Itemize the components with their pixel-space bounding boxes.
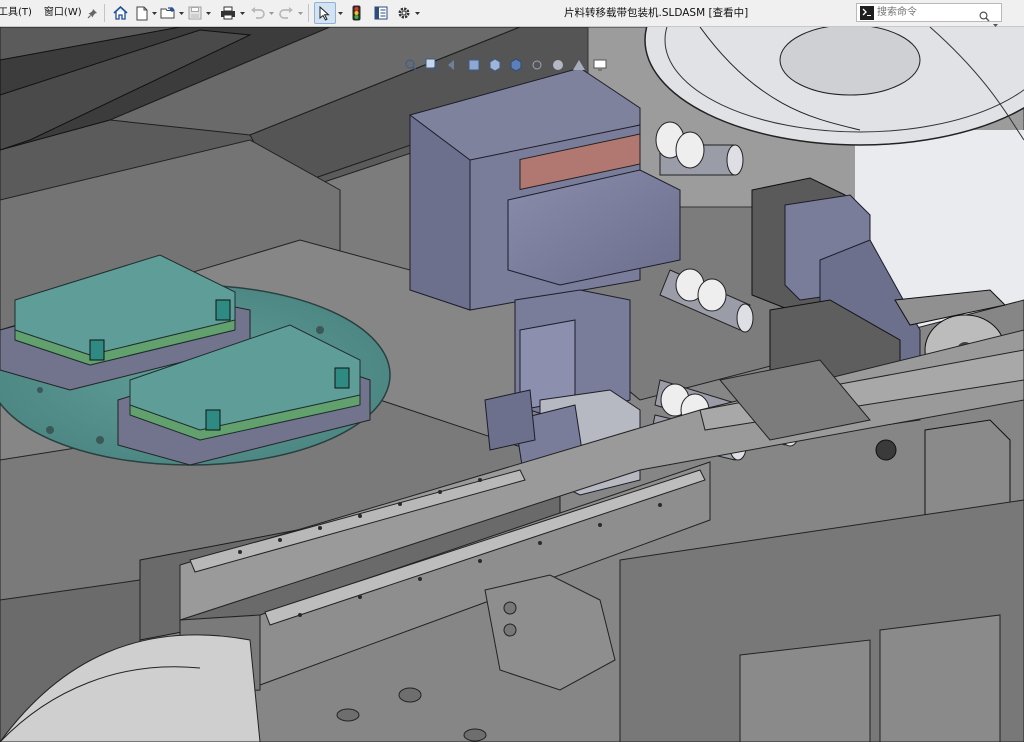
new-document-icon xyxy=(136,6,148,20)
graphics-viewport[interactable] xyxy=(0,27,1024,742)
select-pointer-icon xyxy=(319,5,330,21)
options-button[interactable] xyxy=(395,2,413,24)
search-input[interactable] xyxy=(874,4,980,21)
gear-icon xyxy=(398,7,410,19)
apply-scene-icon[interactable] xyxy=(570,56,588,74)
chevron-down-icon xyxy=(414,11,420,15)
section-view-icon[interactable] xyxy=(465,56,483,74)
magnifier-icon[interactable] xyxy=(979,7,990,26)
redo-button[interactable] xyxy=(278,2,296,24)
redo-icon xyxy=(279,7,294,19)
heads-up-view-toolbar xyxy=(402,55,609,75)
select-button[interactable] xyxy=(313,2,336,24)
chevron-down-icon xyxy=(151,11,157,15)
command-prompt-icon xyxy=(860,5,874,20)
chevron-down-icon xyxy=(239,11,245,15)
assembly-model xyxy=(0,27,1024,742)
open-button[interactable] xyxy=(159,2,177,24)
hide-show-items-icon[interactable] xyxy=(528,56,546,74)
edit-appearance-icon[interactable] xyxy=(549,56,567,74)
toolbar-separator xyxy=(103,4,105,22)
new-dropdown[interactable] xyxy=(151,2,158,24)
view-orientation-icon[interactable] xyxy=(486,56,504,74)
print-button[interactable] xyxy=(218,2,238,24)
file-properties-button[interactable] xyxy=(371,2,391,24)
redo-dropdown[interactable] xyxy=(297,2,304,24)
chevron-down-icon xyxy=(337,11,343,15)
home-button[interactable] xyxy=(110,2,132,24)
menu-tools[interactable]: 工具(T) xyxy=(0,0,36,26)
document-title: 片料转移载带包装机.SLDASM [查看中] xyxy=(564,7,749,19)
save-button[interactable] xyxy=(186,2,204,24)
undo-icon xyxy=(251,7,265,19)
chevron-down-icon xyxy=(268,11,274,15)
undo-dropdown[interactable] xyxy=(268,2,275,24)
open-dropdown[interactable] xyxy=(178,2,185,24)
zoom-to-area-icon[interactable] xyxy=(423,56,441,74)
traffic-light-icon xyxy=(352,5,361,21)
menu-window[interactable]: 窗口(W) xyxy=(40,0,86,26)
save-dropdown[interactable] xyxy=(205,2,212,24)
select-dropdown[interactable] xyxy=(337,2,344,24)
view-settings-icon[interactable] xyxy=(591,56,609,74)
display-style-icon[interactable] xyxy=(507,56,525,74)
new-document-button[interactable] xyxy=(134,2,150,24)
zoom-to-fit-icon[interactable] xyxy=(402,56,420,74)
pin-icon[interactable] xyxy=(86,0,100,26)
file-properties-icon xyxy=(374,6,388,20)
print-icon xyxy=(220,6,235,20)
options-dropdown[interactable] xyxy=(414,2,421,24)
open-folder-icon xyxy=(160,7,175,19)
undo-button[interactable] xyxy=(249,2,267,24)
previous-view-icon[interactable] xyxy=(444,56,462,74)
home-icon xyxy=(113,6,128,20)
command-search-box[interactable] xyxy=(856,3,1002,27)
print-dropdown[interactable] xyxy=(239,2,246,24)
rebuild-button[interactable] xyxy=(348,2,366,24)
chevron-down-icon xyxy=(205,11,211,15)
chevron-down-icon xyxy=(178,11,184,15)
save-icon xyxy=(188,6,202,20)
chevron-down-icon xyxy=(297,11,303,15)
toolbar-separator xyxy=(307,4,309,22)
